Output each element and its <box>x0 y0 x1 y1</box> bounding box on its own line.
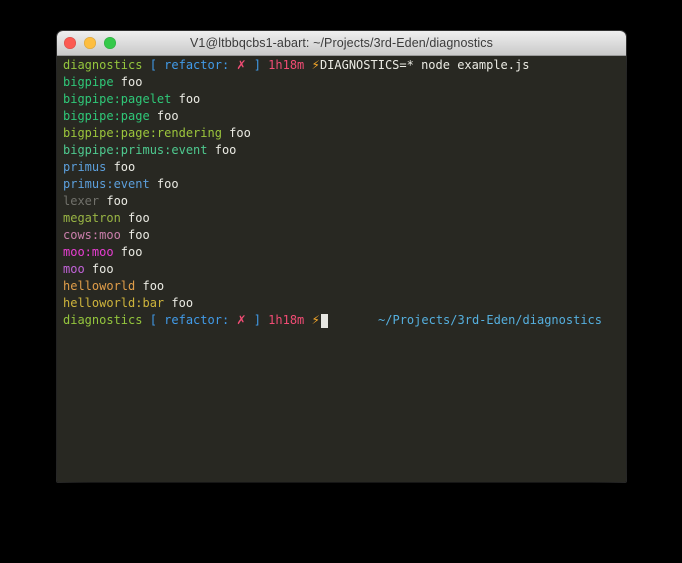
terminal-text-segment: foo <box>164 295 193 312</box>
terminal-line: diagnostics [ refactor: ✗ ] 1h18m ⚡DIAGN… <box>63 57 620 74</box>
terminal-text-segment: foo <box>121 227 150 244</box>
minimize-button[interactable] <box>84 37 96 49</box>
terminal-line: helloworld:bar foo <box>63 295 620 312</box>
terminal-line: bigpipe:page foo <box>63 108 620 125</box>
terminal-text-segment: primus <box>63 159 106 176</box>
terminal-text-segment: foo <box>106 159 135 176</box>
terminal-text-segment: foo <box>171 91 200 108</box>
terminal-text-segment: diagnostics <box>63 57 142 74</box>
cross-mark-icon: ✗ <box>236 57 246 74</box>
terminal-text-segment: helloworld <box>63 278 135 295</box>
terminal-line: helloworld foo <box>63 278 620 295</box>
terminal-line: bigpipe:pagelet foo <box>63 91 620 108</box>
zoom-button[interactable] <box>104 37 116 49</box>
terminal-text-segment: foo <box>121 210 150 227</box>
window-title: V1@ltbbqcbs1-abart: ~/Projects/3rd-Eden/… <box>57 36 626 50</box>
terminal-text-segment: DIAGNOSTICS=* node example.js <box>320 57 530 74</box>
terminal-text-segment: primus:event <box>63 176 150 193</box>
terminal-line: cows:moo foo <box>63 227 620 244</box>
terminal-text-segment: foo <box>85 261 114 278</box>
terminal-text-segment: bigpipe:page <box>63 108 150 125</box>
cross-mark-icon: ✗ <box>236 312 246 329</box>
terminal-text-segment: foo <box>150 108 179 125</box>
terminal-text-segment: helloworld:bar <box>63 295 164 312</box>
lightning-bolt-icon: ⚡ <box>312 57 320 74</box>
terminal-text-segment: ] <box>246 312 260 329</box>
terminal-text-segment: moo <box>63 261 85 278</box>
terminal-text-segment: ] <box>246 57 260 74</box>
terminal-text-segment: [ refactor: <box>142 312 236 329</box>
terminal-text-segment: 1h18m <box>261 57 312 74</box>
terminal-output[interactable]: diagnostics [ refactor: ✗ ] 1h18m ⚡DIAGN… <box>57 56 626 482</box>
terminal-line: bigpipe foo <box>63 74 620 91</box>
terminal-text-segment: 1h18m <box>261 312 312 329</box>
terminal-text-segment: foo <box>208 142 237 159</box>
terminal-text-segment: bigpipe:primus:event <box>63 142 208 159</box>
terminal-line: diagnostics [ refactor: ✗ ] 1h18m ⚡ ~/Pro… <box>63 312 620 329</box>
terminal-text-segment: foo <box>114 74 143 91</box>
right-prompt-path: ~/Projects/3rd-Eden/diagnostics <box>378 312 602 329</box>
terminal-text-segment: bigpipe:page:rendering <box>63 125 222 142</box>
terminal-text-segment: foo <box>150 176 179 193</box>
terminal-line: megatron foo <box>63 210 620 227</box>
terminal-cursor <box>321 314 328 328</box>
terminal-text-segment: lexer <box>63 193 99 210</box>
terminal-text-segment: foo <box>135 278 164 295</box>
close-button[interactable] <box>64 37 76 49</box>
lightning-bolt-icon: ⚡ <box>312 312 320 329</box>
terminal-line: bigpipe:page:rendering foo <box>63 125 620 142</box>
terminal-line: bigpipe:primus:event foo <box>63 142 620 159</box>
terminal-text-segment: foo <box>99 193 128 210</box>
terminal-text-segment: diagnostics <box>63 312 142 329</box>
terminal-text-segment: moo:moo <box>63 244 114 261</box>
terminal-line: primus:event foo <box>63 176 620 193</box>
terminal-text-segment: [ refactor: <box>142 57 236 74</box>
terminal-text-segment: bigpipe <box>63 74 114 91</box>
terminal-line: moo foo <box>63 261 620 278</box>
terminal-text-segment: foo <box>114 244 143 261</box>
terminal-text-segment: megatron <box>63 210 121 227</box>
terminal-text-segment: foo <box>222 125 251 142</box>
terminal-line: moo:moo foo <box>63 244 620 261</box>
terminal-window: V1@ltbbqcbs1-abart: ~/Projects/3rd-Eden/… <box>57 31 626 482</box>
terminal-text-segment: cows:moo <box>63 227 121 244</box>
terminal-text-segment: bigpipe:pagelet <box>63 91 171 108</box>
traffic-lights <box>64 37 116 49</box>
terminal-line: primus foo <box>63 159 620 176</box>
terminal-line: lexer foo <box>63 193 620 210</box>
title-bar[interactable]: V1@ltbbqcbs1-abart: ~/Projects/3rd-Eden/… <box>57 31 626 56</box>
